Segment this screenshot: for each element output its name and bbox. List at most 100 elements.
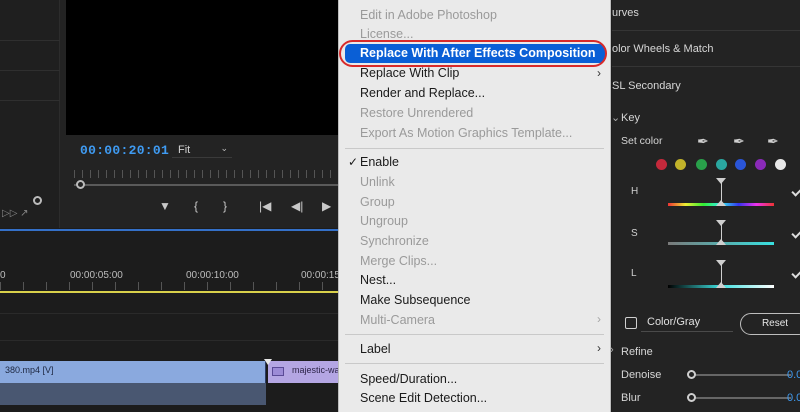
section-curves[interactable]: urves xyxy=(612,7,639,19)
key-heading: Key xyxy=(621,112,640,124)
denoise-value[interactable]: 0.0 xyxy=(787,369,800,381)
add-marker-icon[interactable]: ▼ xyxy=(159,199,171,213)
menu-item-enable[interactable]: Enable xyxy=(360,155,399,169)
program-video-frame xyxy=(66,0,345,135)
swatch-gray[interactable] xyxy=(775,159,786,170)
submenu-arrow-icon: › xyxy=(597,341,601,355)
color-gray-checkbox[interactable] xyxy=(625,317,637,329)
left-panel-icons: ▷▷ ↗ xyxy=(2,208,29,219)
timeline-clip-lower[interactable] xyxy=(0,383,266,405)
submenu-arrow-icon: › xyxy=(597,66,601,80)
luma-label: L xyxy=(631,268,637,279)
mark-out-icon[interactable]: } xyxy=(223,199,227,213)
menu-item-restore-unrendered: Restore Unrendered xyxy=(360,106,474,120)
scrubber-playhead-handle[interactable] xyxy=(76,180,85,189)
ruler-label-5s: 00:00:05:00 xyxy=(70,270,123,281)
sat-range-bottom-thumb[interactable] xyxy=(716,239,726,245)
blur-value[interactable]: 0.0 xyxy=(787,392,800,404)
section-hsl-secondary[interactable]: SL Secondary xyxy=(612,80,681,92)
playhead-marker-icon[interactable] xyxy=(264,359,272,365)
color-gray-dropdown[interactable]: Color/Gray xyxy=(641,314,733,332)
checkmark-icon: ✓ xyxy=(348,155,359,169)
clip-name: majestic-wa xyxy=(292,365,340,375)
hue-range-top-thumb[interactable] xyxy=(716,178,726,184)
denoise-slider-track[interactable] xyxy=(691,374,791,376)
refine-heading[interactable]: Refine xyxy=(621,346,653,358)
menu-item-ungroup: Ungroup xyxy=(360,214,408,228)
sat-range-top-thumb[interactable] xyxy=(716,220,726,226)
menu-item-nest[interactable]: Nest... xyxy=(360,273,396,287)
clip-context-menu: Edit in Adobe Photoshop License... Repla… xyxy=(338,0,611,412)
swatch-yellow[interactable] xyxy=(675,159,686,170)
menu-item-make-subsequence[interactable]: Make Subsequence xyxy=(360,293,471,307)
work-area-bar[interactable] xyxy=(0,291,345,293)
menu-item-export-mogrt: Export As Motion Graphics Template... xyxy=(360,126,573,140)
scrubber-track xyxy=(74,184,345,186)
menu-item-license: License... xyxy=(360,27,414,41)
hue-label: H xyxy=(631,186,639,197)
track-separator xyxy=(0,340,345,341)
section-color-wheels[interactable]: olor Wheels & Match xyxy=(612,43,713,55)
reset-button[interactable]: Reset xyxy=(740,313,800,335)
monitor-scrubber[interactable] xyxy=(74,168,345,190)
playhead-timecode[interactable]: 00:00:20:01 xyxy=(80,143,169,158)
play-icon[interactable]: ▶ xyxy=(322,199,331,213)
step-back-icon[interactable]: ◀| xyxy=(291,199,303,213)
go-to-in-icon[interactable]: |◀ xyxy=(259,199,271,213)
highlight-annotation-ring xyxy=(339,40,607,67)
swatch-cyan[interactable] xyxy=(716,159,727,170)
menu-separator xyxy=(345,148,604,149)
menu-separator xyxy=(345,334,604,335)
menu-item-label[interactable]: Label xyxy=(360,342,391,356)
left-panel-slider-handle[interactable] xyxy=(33,196,42,205)
collapse-chevron-icon[interactable]: ⌄ xyxy=(611,111,620,124)
timeline-clip-selected[interactable]: majestic-wa xyxy=(268,361,345,383)
denoise-label: Denoise xyxy=(621,369,662,381)
luma-range-bottom-thumb[interactable] xyxy=(716,282,726,288)
timeline-ruler-ticks xyxy=(0,282,345,290)
eyedropper-icon[interactable]: ✒ xyxy=(697,133,709,150)
menu-item-multi-camera: Multi-Camera xyxy=(360,313,436,327)
clip-name: 380.mp4 [V] xyxy=(5,365,54,375)
expand-chevron-icon[interactable]: › xyxy=(610,344,614,356)
left-panel-strip xyxy=(0,0,60,228)
swatch-magenta[interactable] xyxy=(755,159,766,170)
fit-value: Fit xyxy=(178,143,191,156)
menu-item-edit-in-photoshop: Edit in Adobe Photoshop xyxy=(360,8,497,22)
saturation-label: S xyxy=(631,228,638,239)
track-separator xyxy=(0,313,345,314)
ruler-label-15s: 00:00:15 xyxy=(301,270,340,281)
eyedropper-add-icon[interactable]: ✒ xyxy=(733,133,745,150)
eyedropper-subtract-icon[interactable]: ✒ xyxy=(767,133,779,150)
blur-label: Blur xyxy=(621,392,641,404)
timeline-clip-video[interactable]: 380.mp4 [V] xyxy=(0,361,266,383)
chevron-down-icon: ⌄ xyxy=(220,143,228,153)
mark-in-icon[interactable]: { xyxy=(194,199,198,213)
zoom-fit-dropdown[interactable]: Fit ⌄ xyxy=(172,142,232,158)
menu-item-scene-edit-detection[interactable]: Scene Edit Detection... xyxy=(360,391,487,405)
fx-badge-icon xyxy=(272,367,284,376)
swatch-blue[interactable] xyxy=(735,159,746,170)
ruler-label-10s: 00:00:10:00 xyxy=(186,270,239,281)
blur-slider-track[interactable] xyxy=(691,397,791,399)
menu-item-unlink: Unlink xyxy=(360,175,395,189)
menu-separator xyxy=(345,363,604,364)
swatch-red[interactable] xyxy=(656,159,667,170)
menu-item-speed-duration[interactable]: Speed/Duration... xyxy=(360,372,457,386)
timeline-focus-line xyxy=(0,229,345,231)
swatch-green[interactable] xyxy=(696,159,707,170)
hue-range-bottom-thumb[interactable] xyxy=(716,200,726,206)
menu-item-render-and-replace[interactable]: Render and Replace... xyxy=(360,86,485,100)
menu-item-synchronize: Synchronize xyxy=(360,234,429,248)
section-divider xyxy=(612,30,800,31)
ruler-label-0: 0 xyxy=(0,270,6,281)
blur-slider-handle[interactable] xyxy=(687,393,696,402)
menu-item-replace-with-clip[interactable]: Replace With Clip xyxy=(360,66,459,80)
scrubber-ticks xyxy=(74,170,345,178)
section-divider xyxy=(612,66,800,67)
luma-range-top-thumb[interactable] xyxy=(716,260,726,266)
menu-item-merge-clips: Merge Clips... xyxy=(360,254,438,268)
set-color-label: Set color xyxy=(621,135,663,147)
menu-item-group: Group xyxy=(360,195,395,209)
denoise-slider-handle[interactable] xyxy=(687,370,696,379)
